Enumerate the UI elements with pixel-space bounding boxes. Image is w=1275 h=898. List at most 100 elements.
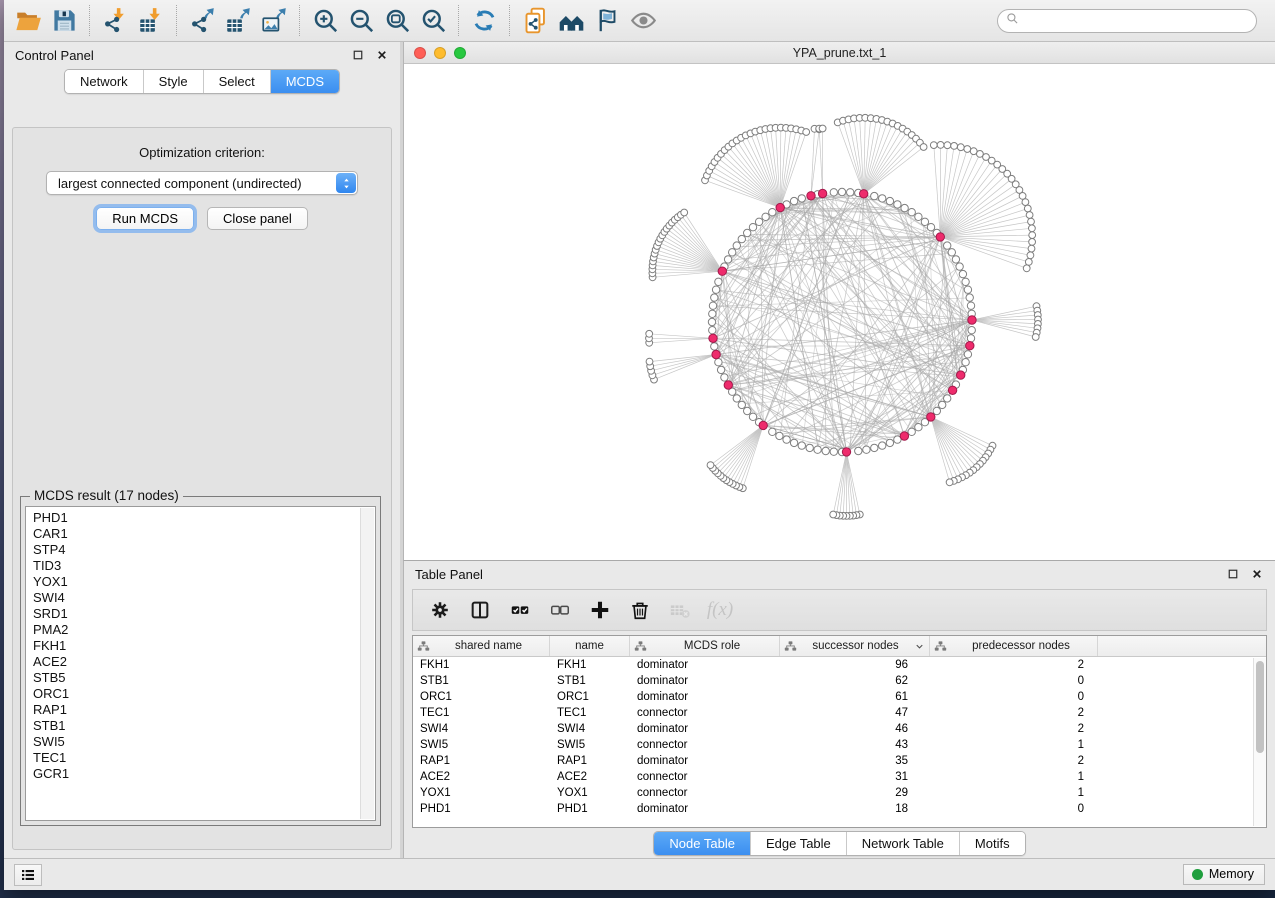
table-tab-edge-table[interactable]: Edge Table: [750, 832, 846, 855]
control-panel-tab-mcds[interactable]: MCDS: [270, 70, 339, 93]
cell-MCDS-role[interactable]: connector: [630, 739, 780, 751]
table-tab-node-table[interactable]: Node Table: [654, 832, 750, 855]
table-row[interactable]: FKH1FKH1dominator962: [413, 657, 1266, 673]
control-panel-tab-network[interactable]: Network: [65, 70, 143, 93]
mcds-node-item[interactable]: RAP1: [33, 702, 375, 718]
cell-predecessor-nodes[interactable]: 1: [930, 771, 1098, 783]
float-icon[interactable]: [350, 48, 365, 63]
cell-MCDS-role[interactable]: connector: [630, 787, 780, 799]
open-file-icon[interactable]: [10, 3, 46, 39]
mcds-node-item[interactable]: GCR1: [33, 766, 375, 782]
show-details-eye-icon[interactable]: [625, 3, 661, 39]
cell-successor-nodes[interactable]: 31: [780, 771, 930, 783]
mcds-result-list[interactable]: PHD1CAR1STP4TID3YOX1SWI4SRD1PMA2FKH1ACE2…: [25, 506, 376, 821]
save-session-icon[interactable]: [46, 3, 82, 39]
mcds-node-item[interactable]: SWI4: [33, 590, 375, 606]
graphics-details-icon[interactable]: [589, 3, 625, 39]
cell-name[interactable]: TEC1: [550, 707, 630, 719]
maximize-window-icon[interactable]: [454, 47, 466, 59]
delete-columns-icon[interactable]: [625, 595, 655, 625]
cell-name[interactable]: RAP1: [550, 755, 630, 767]
table-row[interactable]: PHD1PHD1dominator180: [413, 801, 1266, 817]
search-box[interactable]: [997, 9, 1257, 33]
mcds-node-item[interactable]: PHD1: [33, 510, 375, 526]
mcds-node-item[interactable]: STB5: [33, 670, 375, 686]
unselect-all-columns-icon[interactable]: [545, 595, 575, 625]
cell-shared-name[interactable]: YOX1: [413, 787, 550, 799]
cell-predecessor-nodes[interactable]: 2: [930, 707, 1098, 719]
cell-MCDS-role[interactable]: dominator: [630, 803, 780, 815]
cell-predecessor-nodes[interactable]: 0: [930, 803, 1098, 815]
close-icon[interactable]: [374, 48, 389, 63]
cell-shared-name[interactable]: STB1: [413, 675, 550, 687]
network-canvas[interactable]: [404, 64, 1275, 560]
table-row[interactable]: ORC1ORC1dominator610: [413, 689, 1266, 705]
cell-shared-name[interactable]: PHD1: [413, 803, 550, 815]
cell-successor-nodes[interactable]: 29: [780, 787, 930, 799]
column-header-MCDS-role[interactable]: MCDS role: [630, 636, 780, 656]
cell-name[interactable]: SWI4: [550, 723, 630, 735]
cell-successor-nodes[interactable]: 43: [780, 739, 930, 751]
cell-shared-name[interactable]: TEC1: [413, 707, 550, 719]
mcds-node-item[interactable]: SWI5: [33, 734, 375, 750]
import-network-icon[interactable]: [97, 3, 133, 39]
cell-shared-name[interactable]: RAP1: [413, 755, 550, 767]
export-network-icon[interactable]: [184, 3, 220, 39]
zoom-out-icon[interactable]: [343, 3, 379, 39]
cell-name[interactable]: STB1: [550, 675, 630, 687]
close-icon[interactable]: [1249, 567, 1264, 582]
cell-MCDS-role[interactable]: connector: [630, 771, 780, 783]
criterion-select[interactable]: largest connected component (undirected): [46, 171, 358, 195]
create-column-icon[interactable]: [585, 595, 615, 625]
cell-predecessor-nodes[interactable]: 2: [930, 723, 1098, 735]
cell-successor-nodes[interactable]: 47: [780, 707, 930, 719]
cell-MCDS-role[interactable]: dominator: [630, 659, 780, 671]
cell-predecessor-nodes[interactable]: 2: [930, 755, 1098, 767]
cell-shared-name[interactable]: FKH1: [413, 659, 550, 671]
mcds-node-item[interactable]: FKH1: [33, 638, 375, 654]
cell-shared-name[interactable]: ORC1: [413, 691, 550, 703]
cell-shared-name[interactable]: ACE2: [413, 771, 550, 783]
table-scrollbar-thumb[interactable]: [1256, 661, 1264, 753]
cell-name[interactable]: ORC1: [550, 691, 630, 703]
cell-shared-name[interactable]: SWI4: [413, 723, 550, 735]
mcds-node-item[interactable]: YOX1: [33, 574, 375, 590]
export-table-icon[interactable]: [220, 3, 256, 39]
cell-predecessor-nodes[interactable]: 1: [930, 787, 1098, 799]
close-window-icon[interactable]: [414, 47, 426, 59]
cell-MCDS-role[interactable]: connector: [630, 707, 780, 719]
cell-name[interactable]: YOX1: [550, 787, 630, 799]
run-mcds-button[interactable]: Run MCDS: [96, 207, 194, 230]
mcds-node-item[interactable]: STP4: [33, 542, 375, 558]
mcds-list-scrollbar[interactable]: [360, 508, 374, 819]
float-icon[interactable]: [1225, 567, 1240, 582]
select-all-columns-icon[interactable]: [505, 595, 535, 625]
apply-layout-icon[interactable]: [466, 3, 502, 39]
column-header-successor-nodes[interactable]: successor nodes: [780, 636, 930, 656]
column-header-name[interactable]: name: [550, 636, 630, 656]
clone-network-icon[interactable]: [517, 3, 553, 39]
cell-predecessor-nodes[interactable]: 1: [930, 739, 1098, 751]
table-tab-motifs[interactable]: Motifs: [959, 832, 1025, 855]
show-column-icon[interactable]: [465, 595, 495, 625]
zoom-selected-icon[interactable]: [415, 3, 451, 39]
table-row[interactable]: RAP1RAP1dominator352: [413, 753, 1266, 769]
export-image-icon[interactable]: [256, 3, 292, 39]
cell-shared-name[interactable]: SWI5: [413, 739, 550, 751]
memory-button[interactable]: Memory: [1183, 864, 1265, 885]
mcds-node-item[interactable]: STB1: [33, 718, 375, 734]
import-table-icon[interactable]: [133, 3, 169, 39]
cell-predecessor-nodes[interactable]: 2: [930, 659, 1098, 671]
table-row[interactable]: SWI4SWI4dominator462: [413, 721, 1266, 737]
mcds-node-item[interactable]: ORC1: [33, 686, 375, 702]
table-mode-gear-icon[interactable]: [425, 595, 455, 625]
mcds-node-item[interactable]: ACE2: [33, 654, 375, 670]
cell-successor-nodes[interactable]: 62: [780, 675, 930, 687]
table-row[interactable]: TEC1TEC1connector472: [413, 705, 1266, 721]
network-overview-icon[interactable]: [553, 3, 589, 39]
cell-MCDS-role[interactable]: dominator: [630, 723, 780, 735]
cell-MCDS-role[interactable]: dominator: [630, 691, 780, 703]
cell-name[interactable]: SWI5: [550, 739, 630, 751]
close-panel-button[interactable]: Close panel: [207, 207, 308, 230]
table-row[interactable]: ACE2ACE2connector311: [413, 769, 1266, 785]
